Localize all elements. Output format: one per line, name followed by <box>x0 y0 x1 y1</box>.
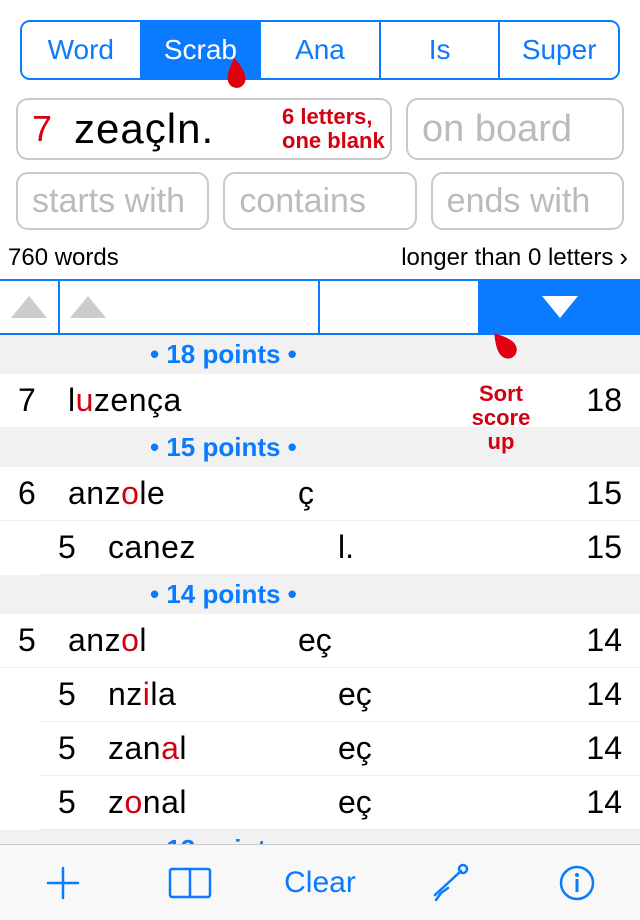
result-row[interactable]: 7luzença 18 <box>0 374 640 428</box>
result-row[interactable]: 6anzoleç15 <box>0 467 640 521</box>
result-row[interactable]: 5anzoleç14 <box>0 614 640 668</box>
score: 14 <box>488 730 622 767</box>
word-length: 5 <box>58 784 108 821</box>
word-text: anzol <box>68 622 298 659</box>
word-length: 5 <box>58 529 108 566</box>
points-section-header: • 14 points • <box>0 575 640 614</box>
tab-word[interactable]: Word <box>22 22 142 78</box>
word-length: 5 <box>18 622 68 659</box>
score: 15 <box>488 529 622 566</box>
info-button[interactable] <box>545 859 609 907</box>
chevron-right-icon: › <box>619 242 628 273</box>
word-text: canez <box>108 529 338 566</box>
starts-with-input[interactable]: starts with <box>16 172 209 230</box>
word-length: 6 <box>18 475 68 512</box>
settings-button[interactable] <box>418 859 482 907</box>
sort-word[interactable] <box>60 281 320 333</box>
rack-count: 7 <box>32 108 52 150</box>
result-row[interactable]: 5canezl.15 <box>40 521 640 575</box>
tab-scrab[interactable]: Scrab <box>142 22 262 78</box>
score: 14 <box>488 676 622 713</box>
points-section-header: • 18 points • <box>0 335 640 374</box>
word-text: zonal <box>108 784 338 821</box>
leftover-letters: ç <box>298 475 448 512</box>
result-row[interactable]: 5zanaleç14 <box>40 722 640 776</box>
leftover-letters: eç <box>338 730 488 767</box>
sort-bar <box>0 279 640 335</box>
word-text: nzila <box>108 676 338 713</box>
triangle-up-icon <box>11 296 47 318</box>
length-filter[interactable]: longer than 0 letters › <box>401 242 628 273</box>
board-input[interactable]: on board <box>406 98 624 160</box>
result-row[interactable]: 5zonaleç14 <box>40 776 640 830</box>
rack-input[interactable]: 7 zeaçln. <box>16 98 392 160</box>
add-button[interactable] <box>31 859 95 907</box>
points-section-header: • 15 points • <box>0 428 640 467</box>
leftover-letters: eç <box>298 622 448 659</box>
word-length: 5 <box>58 730 108 767</box>
word-length: 5 <box>58 676 108 713</box>
tab-ana[interactable]: Ana <box>261 22 381 78</box>
leftover-letters: eç <box>338 784 488 821</box>
score: 14 <box>448 622 622 659</box>
toolbar: Clear <box>0 844 640 920</box>
rack-letters: zeaçln. <box>74 105 214 153</box>
word-text: luzença <box>68 382 298 419</box>
tab-super[interactable]: Super <box>500 22 618 78</box>
leftover-letters: l. <box>338 529 488 566</box>
mode-tabs: Word Scrab Ana Is Super <box>20 20 620 80</box>
leftover-letters: eç <box>338 676 488 713</box>
score: 14 <box>488 784 622 821</box>
points-section-header: • 13 points • <box>0 830 640 844</box>
clear-button[interactable]: Clear <box>284 859 356 907</box>
results-list: • 18 points •7luzença18• 15 points •6anz… <box>0 335 640 844</box>
score: 15 <box>448 475 622 512</box>
contains-input[interactable]: contains <box>223 172 416 230</box>
sort-leftover[interactable] <box>320 281 480 333</box>
sort-length[interactable] <box>0 281 60 333</box>
sort-score[interactable] <box>480 281 640 333</box>
word-length: 7 <box>18 382 68 419</box>
result-row[interactable]: 5nzilaeç14 <box>40 668 640 722</box>
triangle-up-icon <box>70 296 106 318</box>
triangle-down-icon <box>542 296 578 318</box>
tab-is[interactable]: Is <box>381 22 501 78</box>
ends-with-input[interactable]: ends with <box>431 172 624 230</box>
book-button[interactable] <box>158 859 222 907</box>
word-count: 760 words <box>8 244 119 272</box>
word-text: anzole <box>68 475 298 512</box>
score: 18 <box>448 382 622 419</box>
word-text: zanal <box>108 730 338 767</box>
